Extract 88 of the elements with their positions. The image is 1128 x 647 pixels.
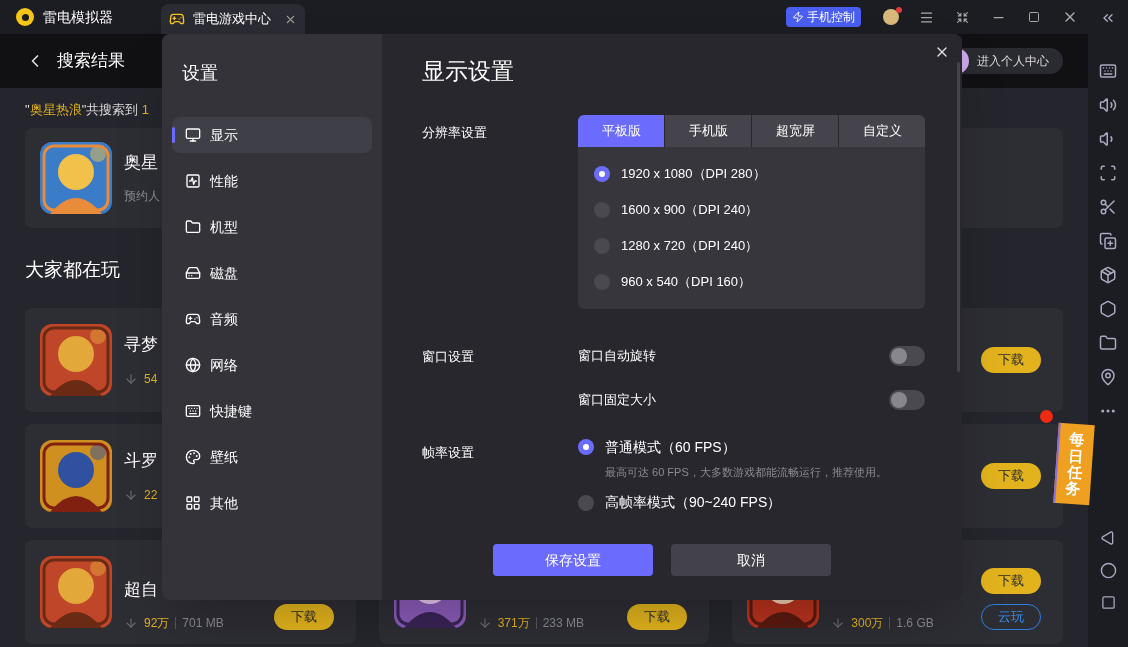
section-label: 帧率设置 (422, 443, 475, 462)
file-size: 1.6 GB (896, 615, 934, 632)
gamepad-icon (185, 311, 201, 327)
activity-icon (185, 173, 201, 189)
scissors-icon[interactable] (1099, 198, 1117, 216)
file-size: 701 MB (182, 615, 224, 632)
add-window-icon[interactable] (1099, 232, 1117, 250)
app-name: 雷电模拟器 (43, 7, 114, 27)
back-icon[interactable] (1100, 530, 1116, 546)
file-size: 233 MB (542, 615, 585, 632)
game-subtitle: 预约人 (124, 188, 160, 206)
download-button[interactable]: 下载 (627, 604, 688, 630)
fullscreen-icon[interactable] (1099, 164, 1117, 182)
nav-item[interactable]: 显示 (172, 117, 372, 153)
volume-up-icon[interactable] (1099, 96, 1117, 114)
nav-item[interactable]: 快捷键 (172, 393, 372, 429)
nav-item[interactable]: 机型 (172, 209, 372, 245)
page-title: 搜索结果 (57, 50, 125, 73)
radio-button[interactable] (578, 439, 594, 455)
download-count: 54 (144, 370, 158, 388)
home-icon[interactable] (1099, 562, 1117, 579)
app-logo-icon (16, 8, 34, 26)
radio-button[interactable] (578, 494, 594, 511)
download-count: 300万 (851, 615, 884, 632)
search-summary: "奥星热浪"共搜索到 1 (25, 101, 150, 119)
folder-icon[interactable] (1099, 334, 1117, 352)
nav-item[interactable]: 性能 (172, 163, 372, 199)
save-button[interactable]: 保存设置 (493, 544, 653, 576)
keyboard-icon (185, 403, 201, 419)
phone-control-button[interactable]: 手机控制 (786, 7, 861, 27)
resolution-tab[interactable]: 手机版 (665, 114, 751, 147)
download-button[interactable]: 下载 (981, 347, 1041, 373)
panel-title: 显示设置 (422, 57, 515, 86)
maximize-icon[interactable] (1028, 11, 1040, 23)
lightning-icon (792, 11, 804, 23)
download-count-icon (124, 371, 138, 386)
download-count-icon (477, 616, 492, 630)
keyboard-icon[interactable] (1099, 62, 1117, 80)
download-count: 371万 (497, 615, 530, 632)
nav-item[interactable]: 磁盘 (172, 255, 372, 291)
download-count-icon (124, 487, 138, 502)
cancel-button[interactable]: 取消 (671, 544, 831, 576)
section-label: 窗口设置 (422, 347, 475, 366)
game-title: 超自 (124, 578, 158, 601)
game-title: 奥星 (124, 151, 158, 174)
download-count: 22 (144, 486, 158, 504)
monitor-icon (185, 127, 201, 143)
download-button[interactable]: 下载 (981, 463, 1041, 489)
settings-title: 设置 (182, 62, 219, 85)
resolution-tab[interactable]: 自定义 (839, 114, 925, 147)
toggle-label: 窗口自动旋转 (578, 346, 656, 365)
browser-tab[interactable]: 雷电游戏中心 (161, 4, 305, 34)
download-button[interactable]: 下载 (981, 568, 1041, 594)
download-count: 92万 (144, 615, 170, 632)
gamepad-icon (169, 11, 185, 27)
palette-icon (185, 449, 201, 465)
resolution-option: 1600 x 900（DPI 240） (621, 199, 759, 220)
framerate-option: 普通模式（60 FPS） (605, 436, 736, 458)
resolution-tab[interactable]: 超宽屏 (752, 114, 838, 147)
nav-item[interactable]: 网络 (172, 347, 372, 383)
download-count-icon (124, 616, 138, 630)
toggle-label: 窗口固定大小 (578, 390, 656, 409)
hexagon-icon[interactable] (1099, 300, 1117, 318)
shrink-icon[interactable] (956, 10, 969, 24)
globe-icon (185, 357, 201, 373)
radio-button[interactable] (594, 165, 610, 182)
grid-icon (185, 495, 201, 511)
section-title: 大家都在玩 (25, 257, 120, 282)
resolution-option: 1280 x 720（DPI 240） (621, 235, 759, 256)
avatar[interactable] (883, 9, 899, 25)
toggle-switch[interactable] (889, 345, 925, 366)
game-title: 寻梦 (124, 334, 158, 357)
game-title: 斗罗 (124, 450, 158, 473)
resolution-option: 960 x 540（DPI 160） (621, 271, 752, 292)
nav-item[interactable]: 其他 (172, 485, 372, 521)
toggle-switch[interactable] (889, 389, 925, 410)
resolution-tab[interactable]: 平板版 (578, 114, 664, 147)
location-icon[interactable] (1099, 368, 1117, 386)
download-button[interactable]: 下载 (273, 604, 334, 630)
menu-icon[interactable] (919, 9, 934, 25)
option-description: 最高可达 60 FPS，大多数游戏都能流畅运行，推荐使用。 (605, 464, 888, 480)
folder-icon (185, 219, 201, 235)
nav-item[interactable]: 音频 (172, 301, 372, 337)
framerate-option: 高帧率模式（90~240 FPS） (605, 492, 782, 513)
recent-apps-icon[interactable] (1100, 595, 1116, 610)
nav-item[interactable]: 壁纸 (172, 439, 372, 475)
resolution-option: 1920 x 1080（DPI 280） (621, 163, 766, 184)
section-label: 分辨率设置 (422, 123, 488, 142)
